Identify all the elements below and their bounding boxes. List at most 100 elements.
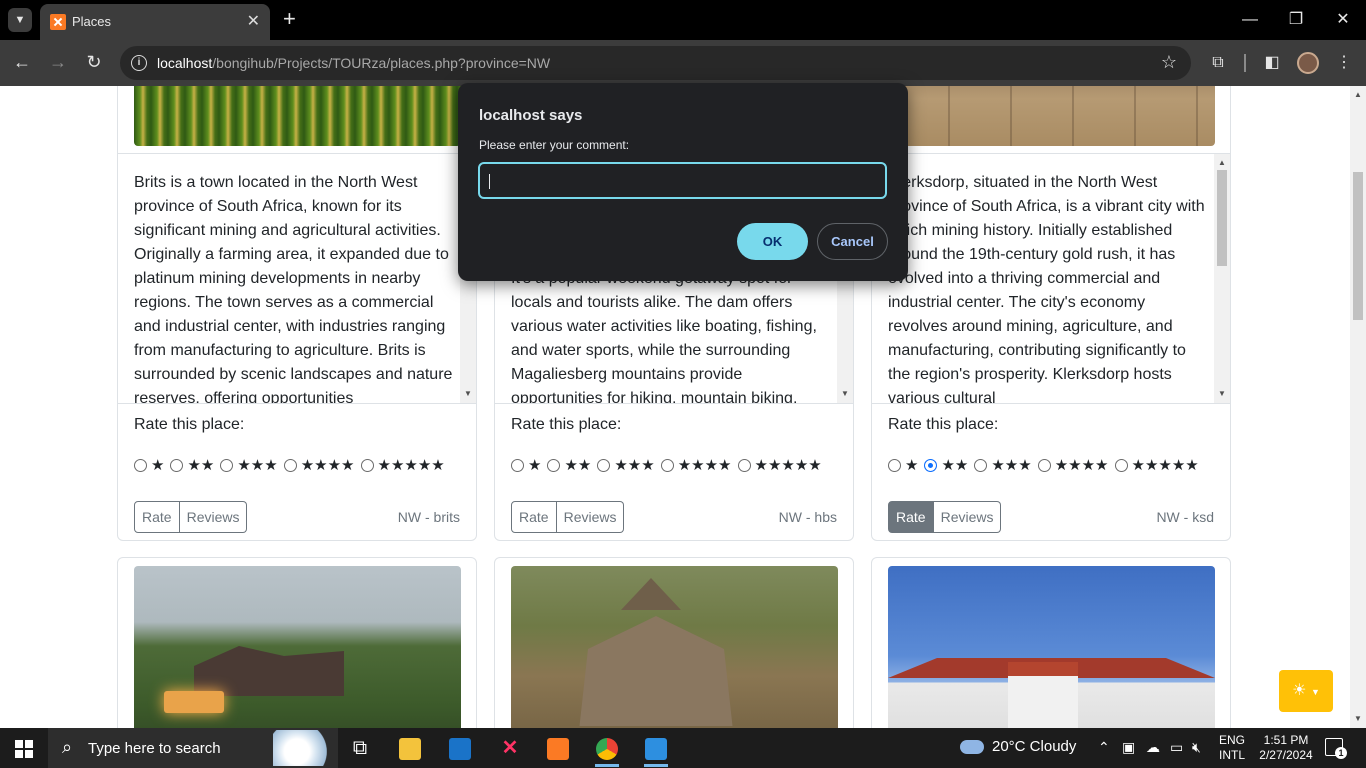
rating-radio-2[interactable]: [547, 458, 561, 472]
rating-radio-2[interactable]: [924, 458, 938, 472]
task-view-icon[interactable]: ⧉: [340, 732, 380, 764]
restore-icon[interactable]: ❐: [1286, 10, 1306, 30]
place-image: [888, 566, 1215, 728]
rating-stars-1: ★: [151, 457, 165, 474]
scroll-down-arrow-icon[interactable]: ▼: [1214, 387, 1230, 401]
page-scroll-down-icon[interactable]: ▼: [1350, 712, 1366, 726]
new-tab-icon[interactable]: +: [283, 8, 296, 30]
ok-button[interactable]: OK: [737, 223, 808, 260]
volume-muted-icon[interactable]: 🔇︎: [1192, 739, 1201, 756]
rating-radio-5[interactable]: [737, 458, 751, 472]
page-scrollbar[interactable]: ▲ ▼: [1350, 86, 1366, 728]
rating-stars-4: ★★★★: [300, 457, 355, 474]
rating-stars-5: ★★★★★: [754, 457, 822, 474]
reviews-button[interactable]: Reviews: [556, 501, 625, 533]
comment-input[interactable]: [478, 162, 887, 199]
rating-stars-5: ★★★★★: [377, 457, 445, 474]
network-icon[interactable]: ▭: [1170, 739, 1183, 756]
xampp-icon[interactable]: [538, 732, 578, 764]
rating-stars-3: ★★★: [991, 457, 1032, 474]
rating-radio-5[interactable]: [1114, 458, 1128, 472]
rating-stars-1: ★: [528, 457, 542, 474]
reviews-button[interactable]: Reviews: [933, 501, 1002, 533]
clock-date: 2/27/2024: [1259, 748, 1313, 762]
outlook-icon[interactable]: [440, 732, 480, 764]
description-scroll-area[interactable]: Brits is a town located in the North Wes…: [118, 153, 476, 404]
scroll-up-arrow-icon[interactable]: ▲: [1214, 156, 1230, 170]
province-place-tag: NW - hbs: [778, 509, 837, 525]
text-caret: [489, 174, 490, 189]
rating-radio-4[interactable]: [660, 458, 674, 472]
xampp-favicon-icon: [50, 14, 66, 30]
rate-button[interactable]: Rate: [888, 501, 934, 533]
rating-radio-1[interactable]: [888, 458, 901, 472]
rate-label: Rate this place:: [511, 416, 622, 433]
browser-menu-icon[interactable]: ⋮: [1333, 52, 1355, 74]
scroll-down-arrow-icon[interactable]: ▼: [837, 387, 853, 401]
rating-radio-3[interactable]: [974, 458, 988, 472]
prompt-dialog: localhost says Please enter your comment…: [458, 83, 908, 281]
side-panel-icon[interactable]: ◧: [1261, 52, 1283, 74]
tab-title: Places: [72, 14, 112, 29]
rate-button[interactable]: Rate: [134, 501, 180, 533]
bookmark-star-icon[interactable]: ☆: [1161, 52, 1177, 73]
system-clock[interactable]: 1:51 PM 2/27/2024: [1258, 733, 1314, 763]
rating-options: ★ ★★ ★★★ ★★★★ ★★★★★: [134, 456, 451, 474]
theme-toggle-button[interactable]: ☀ ▼: [1279, 670, 1333, 712]
rating-stars-2: ★★: [564, 457, 592, 474]
rating-stars-4: ★★★★: [677, 457, 732, 474]
tab-close-icon[interactable]: ✕: [247, 12, 260, 32]
rating-radio-1[interactable]: [511, 458, 524, 472]
cloud-icon: [960, 740, 984, 755]
profile-avatar[interactable]: [1297, 52, 1319, 74]
rating-radio-5[interactable]: [360, 458, 374, 472]
rating-stars-1: ★: [905, 457, 919, 474]
reload-icon[interactable]: ↻: [82, 51, 106, 73]
extensions-icon[interactable]: ⧉: [1207, 52, 1229, 74]
show-hidden-icons-icon[interactable]: ⌃: [1098, 739, 1110, 756]
rating-options: ★ ★★ ★★★ ★★★★ ★★★★★: [888, 456, 1205, 474]
weather-widget[interactable]: 20°C Cloudy: [960, 738, 1076, 755]
description-scroll-area[interactable]: Klerksdorp, situated in the North West p…: [872, 153, 1230, 404]
notification-center-icon[interactable]: 1: [1325, 738, 1347, 759]
url-text[interactable]: localhost/bongihub/Projects/TOURza/place…: [157, 55, 550, 71]
rate-button[interactable]: Rate: [511, 501, 557, 533]
rating-radio-1[interactable]: [134, 458, 147, 472]
rating-radio-3[interactable]: [597, 458, 611, 472]
page-scrollbar-thumb[interactable]: [1353, 172, 1363, 320]
taskbar-search[interactable]: ⌕ Type here to search: [48, 728, 338, 768]
minimize-icon[interactable]: —: [1240, 10, 1260, 30]
rating-radio-4[interactable]: [1037, 458, 1051, 472]
tab-places[interactable]: Places ✕: [40, 4, 270, 40]
scrollbar-thumb[interactable]: [1217, 170, 1227, 266]
window-close-icon[interactable]: ✕: [1333, 10, 1353, 30]
scroll-down-arrow-icon[interactable]: ▼: [460, 387, 476, 401]
meet-now-icon[interactable]: ▣: [1122, 739, 1135, 756]
back-arrow-icon[interactable]: ←: [10, 51, 34, 73]
place-image: [511, 566, 838, 728]
language-indicator[interactable]: ENG INTL: [1219, 733, 1245, 763]
forward-arrow-icon[interactable]: →: [46, 51, 70, 73]
card-button-group: Rate Reviews: [134, 501, 248, 533]
page-scroll-up-icon[interactable]: ▲: [1350, 88, 1366, 102]
place-card: [871, 557, 1231, 728]
reviews-button[interactable]: Reviews: [179, 501, 248, 533]
tab-search-menu-icon[interactable]: ▼: [8, 8, 32, 32]
chrome-icon[interactable]: [587, 732, 627, 767]
address-bar[interactable]: i localhost/bongihub/Projects/TOURza/pla…: [120, 46, 1191, 80]
toolbar-divider: [1244, 54, 1246, 72]
site-info-icon[interactable]: i: [131, 55, 147, 71]
onedrive-icon[interactable]: ☁: [1146, 739, 1160, 756]
rating-radio-3[interactable]: [220, 458, 234, 472]
rating-radio-4[interactable]: [283, 458, 297, 472]
xmind-icon[interactable]: ✕: [490, 732, 530, 764]
place-description: It's a popular weekend getaway spot for …: [511, 270, 817, 404]
description-scrollbar[interactable]: ▲ ▼: [1214, 154, 1230, 403]
rating-radio-2[interactable]: [170, 458, 184, 472]
place-image: [888, 86, 1215, 146]
windows-start-icon[interactable]: [15, 740, 33, 758]
cancel-button[interactable]: Cancel: [817, 223, 888, 260]
vscode-icon[interactable]: [636, 732, 676, 767]
dialog-message: Please enter your comment:: [479, 138, 630, 152]
file-explorer-icon[interactable]: [390, 732, 430, 764]
